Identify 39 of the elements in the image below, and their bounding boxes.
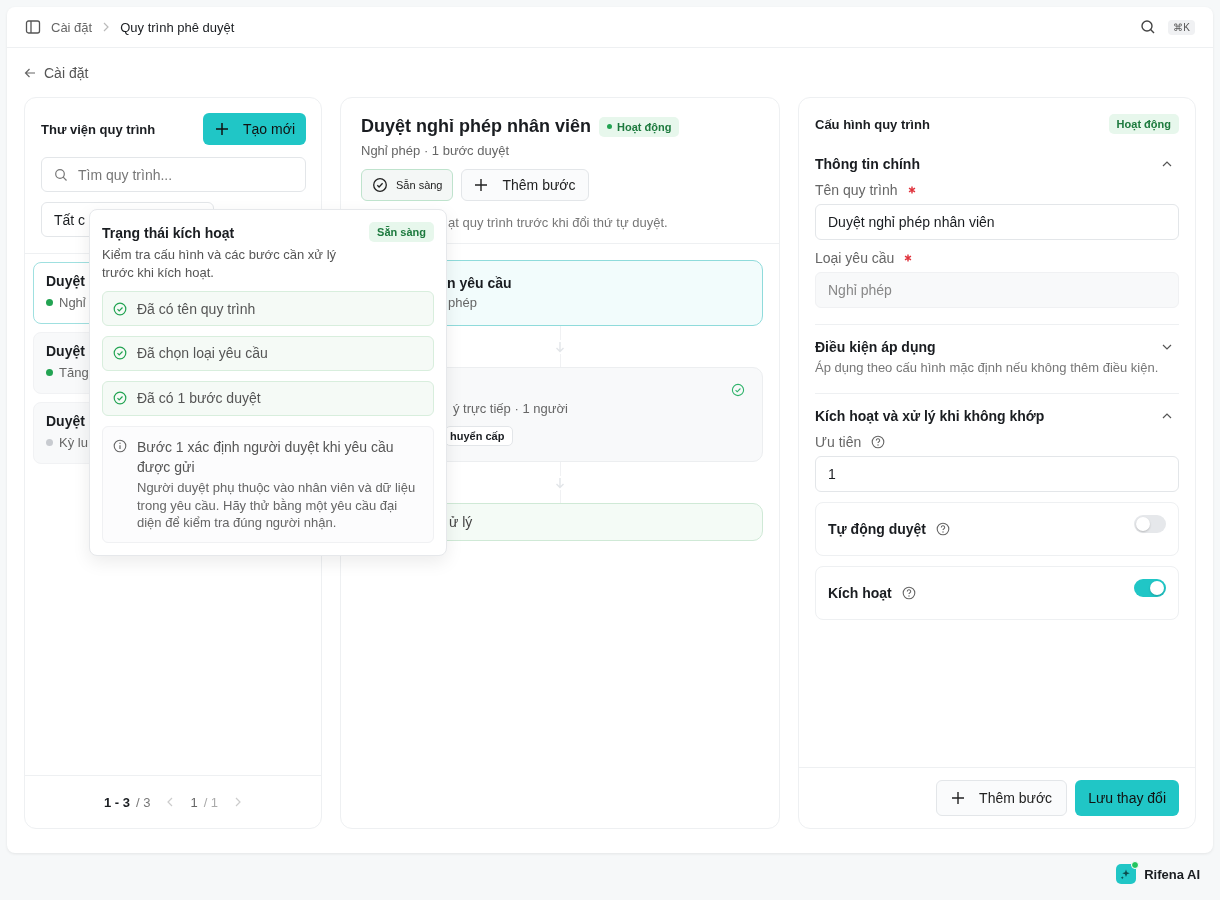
item-title: Duyệt bbox=[46, 343, 85, 359]
page-range: 1 - 3 bbox=[103, 794, 130, 810]
check-label: Đã có tên quy trình bbox=[137, 300, 256, 317]
ready-badge: Sẵn sàng bbox=[369, 222, 434, 242]
field-label: Tên quy trình bbox=[815, 182, 898, 198]
step-subtitle: ý trực tiếp · 1 người bbox=[453, 401, 568, 416]
current-page: 1 bbox=[190, 794, 198, 810]
section-title: Thông tin chính bbox=[815, 156, 920, 172]
toggle-label: Tự động duyệt bbox=[828, 520, 926, 537]
item-subtitle: Tăng bbox=[59, 365, 89, 380]
check-label: Đã có 1 bước duyệt bbox=[137, 390, 261, 407]
step-title: ử lý bbox=[449, 514, 473, 530]
item-subtitle: Nghỉ bbox=[59, 295, 86, 310]
field-label: Loại yêu cầu bbox=[815, 250, 895, 266]
toggle-label: Kích hoạt bbox=[828, 584, 892, 601]
check-label: Đã chọn loại yêu cầu bbox=[137, 345, 268, 362]
step-title: n yêu cầu bbox=[447, 275, 512, 291]
status-badge: Hoạt động bbox=[599, 116, 680, 137]
item-title: Duyệt bbox=[46, 273, 85, 289]
section-description: Áp dụng theo cấu hình mặc định nếu không thêm điều kiện. bbox=[815, 359, 1160, 377]
item-title: Duyệt bbox=[46, 413, 85, 429]
panel-title: Cấu hình quy trình bbox=[815, 116, 930, 132]
shortcut-key: ⌘K bbox=[1168, 19, 1195, 35]
panel-title: Thư viện quy trình bbox=[41, 121, 156, 137]
hint-text: ạt quy trình trước khi đổi thứ tự duyệt. bbox=[448, 214, 668, 230]
section-title: Điều kiện áp dụng bbox=[815, 339, 936, 355]
total-count: / 3 bbox=[135, 794, 151, 810]
popover-description: Kiểm tra cấu hình và các bước cần xử lý trước khi kích hoạt. bbox=[102, 246, 338, 282]
popover-title: Trạng thái kích hoạt bbox=[102, 225, 235, 241]
breadcrumb-item: Quy trình phê duyệt bbox=[120, 19, 235, 35]
status-badge: Hoạt động bbox=[1108, 114, 1179, 134]
section-title: Kích hoạt và xử lý khi không khớp bbox=[815, 407, 1045, 424]
workflow-title: Duyệt nghỉ phép nhân viên bbox=[361, 116, 591, 137]
step-tag: huyển cấp bbox=[445, 426, 514, 446]
field-label: Ưu tiên bbox=[815, 433, 862, 450]
page-count: / 1 bbox=[203, 794, 219, 810]
step-subtitle: phép bbox=[448, 295, 477, 310]
item-subtitle: Kỳ lu bbox=[59, 435, 88, 450]
workflow-subtitle: Nghỉ phép · 1 bước duyệt bbox=[361, 143, 511, 158]
